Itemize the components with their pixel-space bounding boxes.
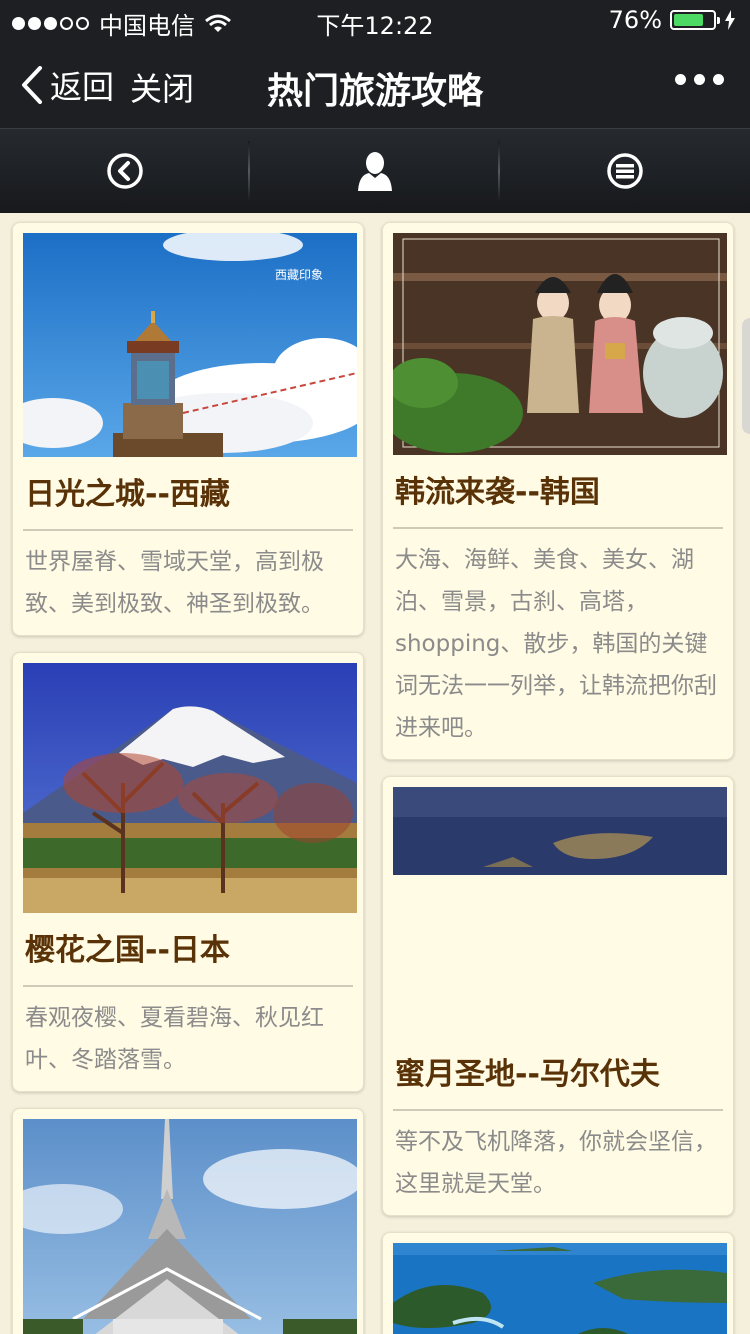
status-bar: 中国电信 下午12:22 76% <box>0 0 750 42</box>
battery-icon <box>670 10 720 30</box>
more-dot-icon <box>694 74 705 85</box>
page-title: 热门旅游攻略 <box>266 71 483 112</box>
card-islands[interactable] <box>382 1232 734 1334</box>
card-title: 樱花之国--日本 <box>25 933 230 968</box>
content-area: 西藏印象 日光之城--西藏 世界屋脊、雪域天堂，高到极致、美到极致、神圣到极致。 <box>0 212 750 1334</box>
card-title: 蜜月圣地--马尔代夫 <box>395 1057 660 1092</box>
user-icon <box>358 152 392 191</box>
menu-circle-icon <box>607 153 643 189</box>
card-description: 春观夜樱、夏看碧海、秋见红叶、冬踏落雪。 <box>25 1005 324 1073</box>
more-options-button[interactable] <box>675 74 724 85</box>
japan-image <box>23 663 357 913</box>
toolbar-menu-button[interactable] <box>500 129 750 213</box>
scroll-indicator[interactable] <box>742 318 750 434</box>
toolbar-back-button[interactable] <box>0 129 250 213</box>
korea-image <box>393 233 727 455</box>
navigation-bar: 返回 关闭 热门旅游攻略 <box>0 42 750 128</box>
card-title: 日光之城--西藏 <box>25 477 230 512</box>
maldives-image <box>393 787 727 875</box>
more-dot-icon <box>713 74 724 85</box>
divider <box>23 529 353 531</box>
card-japan[interactable]: 樱花之国--日本 春观夜樱、夏看碧海、秋见红叶、冬踏落雪。 <box>12 652 364 1092</box>
card-description: 大海、海鲜、美食、美女、湖泊、雪景，古刹、高塔，shopping、散步，韩国的关… <box>395 547 717 741</box>
card-maldives[interactable]: 蜜月圣地--马尔代夫 等不及飞机降落，你就会坚信，这里就是天堂。 <box>382 776 734 1216</box>
divider <box>393 527 723 529</box>
temple-image <box>23 1119 357 1334</box>
card-korea[interactable]: 韩流来袭--韩国 大海、海鲜、美食、美女、湖泊、雪景，古刹、高塔，shoppin… <box>382 222 734 760</box>
islands-image <box>393 1243 727 1334</box>
card-temple[interactable] <box>12 1108 364 1334</box>
charging-bolt-icon <box>725 10 735 30</box>
image-caption: 西藏印象 <box>275 268 323 282</box>
divider <box>393 1109 723 1111</box>
toolbar-user-button[interactable] <box>250 129 500 213</box>
battery-percent: 76% <box>608 6 662 34</box>
card-tibet[interactable]: 西藏印象 日光之城--西藏 世界屋脊、雪域天堂，高到极致、美到极致、神圣到极致。 <box>12 222 364 636</box>
card-title: 韩流来袭--韩国 <box>395 475 600 510</box>
more-dot-icon <box>675 74 686 85</box>
toolbar <box>0 128 750 213</box>
card-description: 世界屋脊、雪域天堂，高到极致、美到极致、神圣到极致。 <box>25 549 324 617</box>
tibet-image: 西藏印象 <box>23 233 357 457</box>
card-description: 等不及飞机降落，你就会坚信，这里就是天堂。 <box>395 1129 717 1197</box>
back-circle-icon <box>107 153 143 189</box>
divider <box>23 985 353 987</box>
